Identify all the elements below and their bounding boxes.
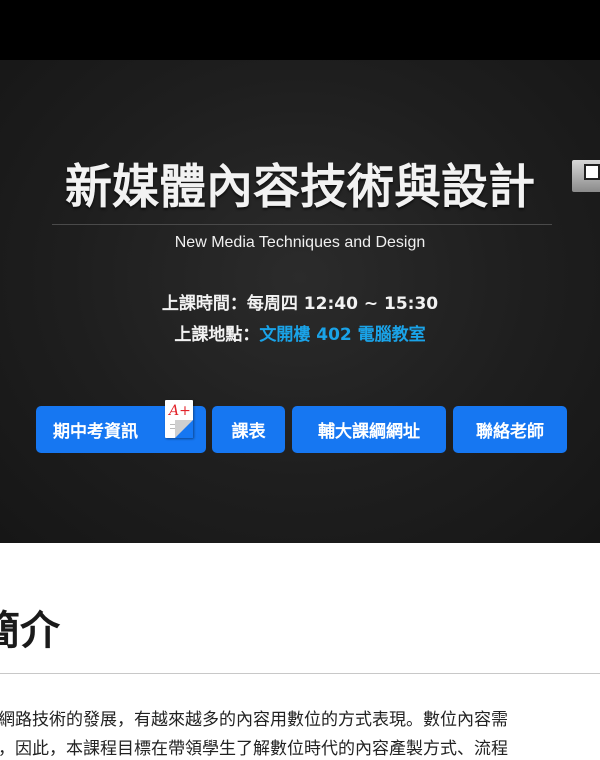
class-time-label: 上課時間： [161, 294, 247, 314]
film-camera-icon [572, 160, 600, 192]
top-bar [0, 0, 600, 60]
grade-paper-icon: A+ [165, 400, 193, 438]
intro-text-line-1: 網路技術的發展，有越來越多的內容用數位的方式表現。數位內容需 [0, 710, 508, 730]
intro-divider [0, 673, 600, 674]
class-location-label: 上課地點： [174, 325, 260, 345]
contact-teacher-button[interactable]: 聯絡老師 [453, 406, 567, 453]
midterm-info-label: 期中考資訊 [53, 422, 138, 442]
hero-banner: 新媒體內容技術與設計 New Media Techniques and Desi… [0, 60, 600, 543]
schedule-button[interactable]: 課表 [212, 406, 285, 453]
class-time-value: 每周四 12:40 ~ 15:30 [246, 294, 439, 314]
intro-heading: 簡介 [0, 608, 60, 654]
intro-text-line-2: ，因此，本課程目標在帶領學生了解數位時代的內容產製方式、流程 [0, 739, 508, 759]
class-location-value: 文開樓 402 電腦教室 [259, 325, 426, 345]
title-divider [52, 224, 552, 225]
class-time: 上課時間：每周四 12:40 ~ 15:30 [0, 289, 600, 314]
course-title: 新媒體內容技術與設計 [65, 160, 535, 215]
fju-syllabus-link-button[interactable]: 輔大課綱網址 [292, 406, 446, 453]
course-subtitle: New Media Techniques and Design [174, 234, 426, 251]
class-location: 上課地點：文開樓 402 電腦教室 [0, 320, 600, 345]
grade-mark: A+ [169, 403, 191, 419]
midterm-info-button[interactable]: 期中考資訊 A+ [36, 400, 206, 453]
